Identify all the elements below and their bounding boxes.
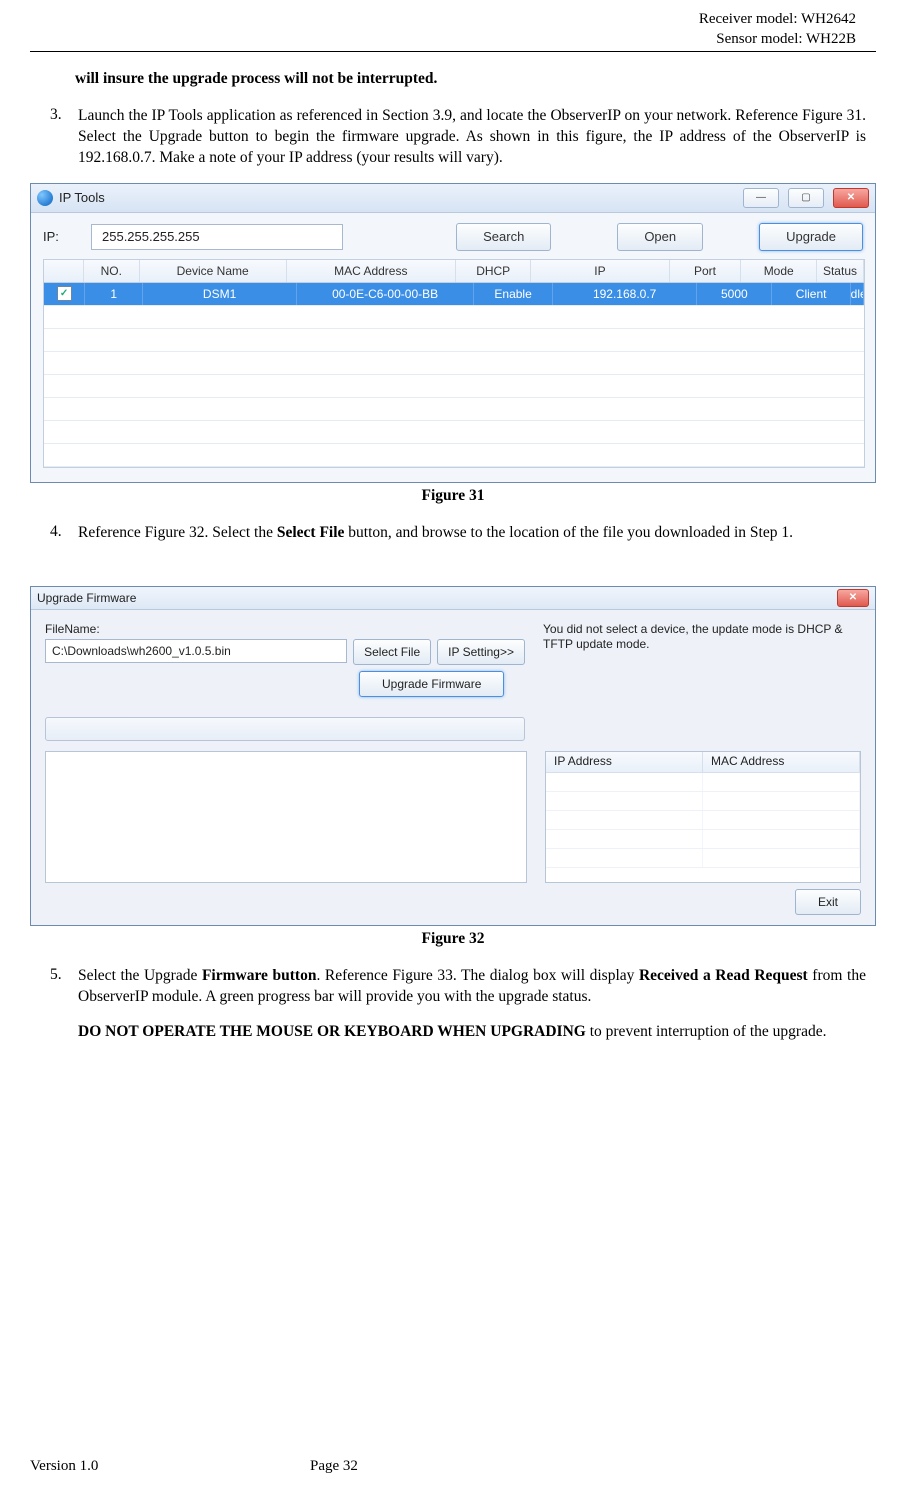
cell-status: Idle	[851, 283, 864, 305]
filename-input[interactable]: C:\Downloads\wh2600_v1.0.5.bin	[45, 639, 347, 663]
cell-dhcp: Enable	[474, 283, 553, 305]
dialog-title: Upgrade Firmware	[37, 591, 136, 605]
list-item[interactable]	[546, 849, 860, 868]
list-item[interactable]	[546, 830, 860, 849]
ip-tools-icon	[37, 190, 53, 206]
ip-tools-titlebar: IP Tools — ▢ ✕	[31, 184, 875, 213]
search-button[interactable]: Search	[456, 223, 551, 251]
page-footer: Version 1.0 Page 32	[30, 1458, 876, 1475]
page-header: Receiver model: WH2642 Sensor model: WH2…	[30, 10, 876, 49]
col-ip-address: IP Address	[546, 752, 703, 772]
ip-label: IP:	[43, 229, 73, 244]
footer-version: Version 1.0	[30, 1458, 310, 1475]
table-row[interactable]	[44, 398, 864, 421]
ip-tools-title: IP Tools	[59, 190, 105, 205]
table-row[interactable]: ✓ 1 DSM1 00-0E-C6-00-00-BB Enable 192.16…	[44, 283, 864, 306]
continued-bold-line: will insure the upgrade process will not…	[75, 70, 876, 88]
upgrade-firmware-button[interactable]: Upgrade Firmware	[359, 671, 504, 697]
header-rule	[30, 51, 876, 52]
status-message: You did not select a device, the update …	[543, 622, 861, 751]
col-check	[44, 260, 84, 282]
col-dhcp: DHCP	[456, 260, 532, 282]
select-file-button[interactable]: Select File	[353, 639, 431, 665]
maximize-button[interactable]: ▢	[788, 188, 824, 208]
step-5: 5. Select the Upgrade Firmware button. R…	[50, 966, 866, 1008]
step-number: 5.	[50, 966, 78, 1008]
list-item[interactable]	[546, 811, 860, 830]
col-mode: Mode	[741, 260, 817, 282]
ip-input[interactable]: 255.255.255.255	[91, 224, 343, 250]
step-3: 3. Launch the IP Tools application as re…	[50, 106, 866, 169]
ip-tools-window: IP Tools — ▢ ✕ IP: 255.255.255.255 Searc…	[30, 183, 876, 483]
table-row[interactable]	[44, 306, 864, 329]
close-button[interactable]: ✕	[833, 188, 869, 208]
minimize-button[interactable]: —	[743, 188, 779, 208]
col-port: Port	[670, 260, 742, 282]
cell-no: 1	[85, 283, 143, 305]
step-text: Launch the IP Tools application as refer…	[78, 106, 866, 169]
cell-mode: Client	[772, 283, 851, 305]
footer-page: Page 32	[310, 1458, 358, 1475]
step-text: Reference Figure 32. Select the Select F…	[78, 523, 866, 544]
cell-ip: 192.168.0.7	[553, 283, 697, 305]
col-device-name: Device Name	[140, 260, 287, 282]
sensor-model: Sensor model: WH22B	[30, 30, 856, 50]
close-button[interactable]: ✕	[837, 589, 869, 607]
step-text: Select the Upgrade Firmware button. Refe…	[78, 966, 866, 1008]
col-no: NO.	[84, 260, 140, 282]
figure-31-caption: Figure 31	[30, 487, 876, 505]
progress-bar	[45, 717, 525, 741]
table-row[interactable]	[44, 329, 864, 352]
col-mac-address: MAC Address	[703, 752, 860, 772]
cell-port: 5000	[697, 283, 772, 305]
ip-setting-button[interactable]: IP Setting>>	[437, 639, 525, 665]
step-number: 3.	[50, 106, 78, 169]
step-4: 4. Reference Figure 32. Select the Selec…	[50, 523, 866, 544]
device-table: NO. Device Name MAC Address DHCP IP Port…	[43, 259, 865, 468]
dialog-titlebar: Upgrade Firmware ✕	[31, 587, 875, 610]
upgrade-button[interactable]: Upgrade	[759, 223, 863, 251]
figure-32-caption: Figure 32	[30, 930, 876, 948]
receiver-model: Receiver model: WH2642	[30, 10, 856, 30]
list-item[interactable]	[546, 792, 860, 811]
col-mac: MAC Address	[287, 260, 456, 282]
open-button[interactable]: Open	[617, 223, 703, 251]
filename-label: FileName:	[45, 622, 525, 636]
col-status: Status	[817, 260, 864, 282]
table-header: NO. Device Name MAC Address DHCP IP Port…	[44, 260, 864, 283]
row-checkbox[interactable]: ✓	[44, 283, 85, 305]
exit-button[interactable]: Exit	[795, 889, 861, 915]
step-5-warning: DO NOT OPERATE THE MOUSE OR KEYBOARD WHE…	[78, 1022, 866, 1043]
table-row[interactable]	[44, 444, 864, 467]
table-row[interactable]	[44, 352, 864, 375]
table-row[interactable]	[44, 375, 864, 398]
col-ip: IP	[531, 260, 669, 282]
cell-mac: 00-0E-C6-00-00-BB	[297, 283, 474, 305]
device-list: IP Address MAC Address	[545, 751, 861, 883]
upgrade-firmware-dialog: Upgrade Firmware ✕ FileName: C:\Download…	[30, 586, 876, 926]
step-number: 4.	[50, 523, 78, 544]
cell-name: DSM1	[143, 283, 297, 305]
table-row[interactable]	[44, 421, 864, 444]
log-textarea[interactable]	[45, 751, 527, 883]
list-item[interactable]	[546, 773, 860, 792]
